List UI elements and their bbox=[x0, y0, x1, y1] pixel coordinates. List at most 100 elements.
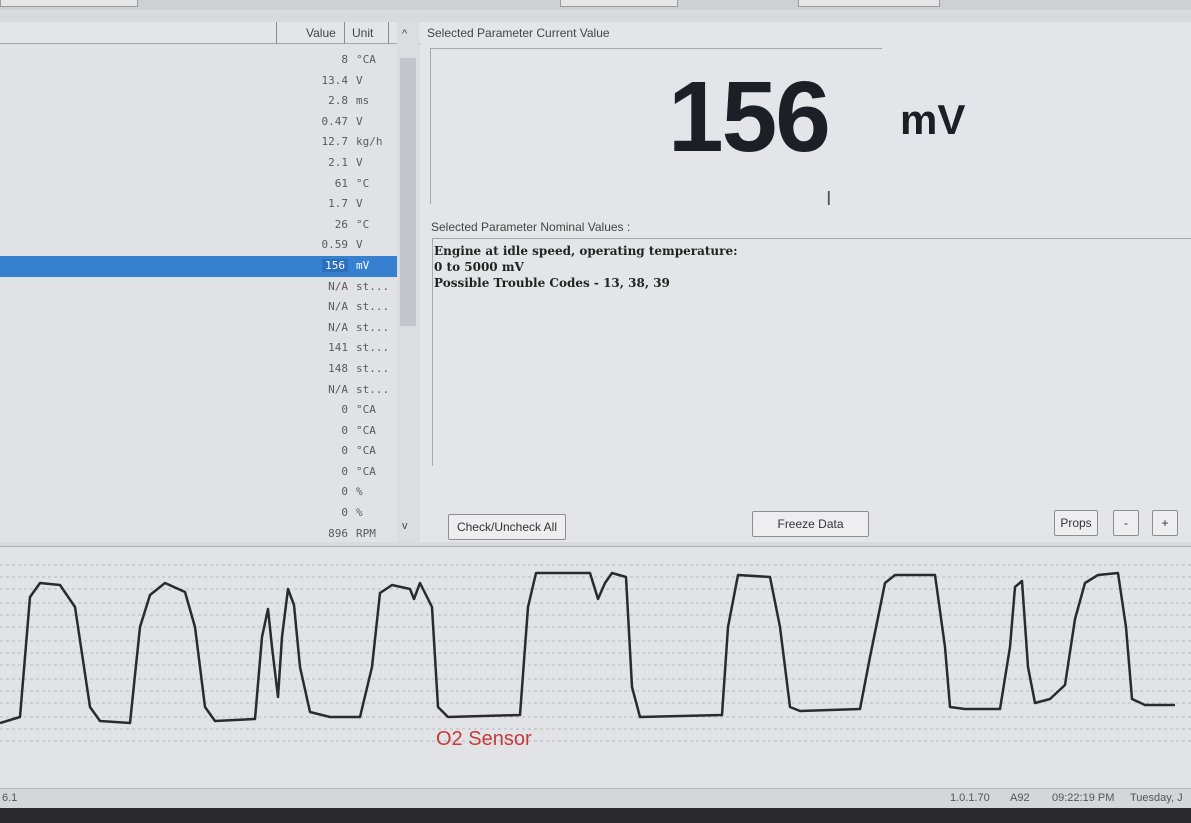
table-row[interactable]: 2.1 V bbox=[0, 153, 398, 174]
o2-sensor-graph bbox=[0, 564, 1191, 742]
taskbar-edge bbox=[0, 808, 1191, 823]
table-row[interactable]: 896 RPM bbox=[0, 524, 398, 545]
freeze-data-button[interactable]: Freeze Data bbox=[752, 511, 869, 537]
row-value: 141 bbox=[328, 341, 348, 355]
column-separator[interactable] bbox=[276, 22, 277, 44]
table-row[interactable]: 0 °CA bbox=[0, 441, 398, 462]
status-bar: 6.1 1.0.1.70 A92 09:22:19 PM Tuesday, J bbox=[0, 788, 1191, 808]
column-header-unit[interactable]: Unit bbox=[352, 26, 373, 40]
row-value: 0 bbox=[341, 403, 348, 417]
row-value: N/A bbox=[328, 320, 348, 334]
row-unit: st... bbox=[356, 382, 390, 396]
row-unit: st... bbox=[356, 361, 390, 375]
row-unit: °CA bbox=[356, 53, 376, 66]
row-value: 148 bbox=[328, 361, 348, 375]
status-version: 1.0.1.70 bbox=[950, 792, 990, 804]
current-value: 156 bbox=[668, 61, 831, 173]
table-row[interactable]: 1.7 V bbox=[0, 194, 398, 215]
row-unit: st... bbox=[356, 341, 390, 355]
status-left: 6.1 bbox=[2, 792, 18, 804]
row-unit: °CA bbox=[356, 403, 376, 417]
column-separator[interactable] bbox=[388, 22, 389, 44]
row-unit: st... bbox=[356, 279, 390, 293]
column-header: Value Unit bbox=[0, 22, 420, 44]
toolbar-button-1[interactable] bbox=[0, 0, 138, 7]
table-row[interactable]: 0 °CA bbox=[0, 400, 398, 421]
row-unit: °CA bbox=[356, 464, 376, 478]
table-row[interactable]: 156 mV bbox=[0, 255, 398, 277]
row-value: 0.47 bbox=[321, 114, 349, 128]
table-row[interactable]: 2.8 ms bbox=[0, 91, 398, 112]
row-value: 896 bbox=[328, 526, 348, 540]
table-row[interactable]: 0 °CA bbox=[0, 421, 398, 442]
o2-sensor-waveform bbox=[0, 571, 1175, 725]
current-value-label: Selected Parameter Current Value bbox=[427, 26, 610, 40]
row-unit: V bbox=[356, 238, 363, 252]
o2-sensor-chart bbox=[0, 546, 1191, 788]
row-value: 156 bbox=[322, 258, 348, 272]
column-separator[interactable] bbox=[344, 22, 345, 44]
table-row[interactable]: N/A st... bbox=[0, 318, 398, 339]
row-value: 13.4 bbox=[321, 73, 349, 87]
status-code: A92 bbox=[1010, 792, 1030, 804]
row-value: 0.59 bbox=[321, 238, 349, 252]
scroll-up-icon[interactable]: ^ bbox=[402, 28, 407, 40]
row-value: 61 bbox=[334, 176, 348, 190]
row-unit: V bbox=[356, 114, 363, 128]
scrollbar-thumb[interactable] bbox=[400, 58, 416, 326]
table-row[interactable]: 0 °CA bbox=[0, 462, 398, 483]
nominal-line: 0 to 5000 mV bbox=[434, 260, 524, 274]
table-row[interactable]: 0.47 V bbox=[0, 112, 398, 133]
row-unit: °CA bbox=[356, 423, 376, 437]
row-value: 26 bbox=[334, 217, 348, 231]
row-unit: % bbox=[356, 485, 363, 499]
row-unit: °C bbox=[356, 176, 370, 190]
row-unit: mV bbox=[356, 258, 370, 272]
table-row[interactable]: N/A st... bbox=[0, 380, 398, 401]
row-unit: V bbox=[356, 155, 363, 169]
nominal-values-label: Selected Parameter Nominal Values : bbox=[431, 220, 631, 234]
table-row[interactable]: 61 °C bbox=[0, 174, 398, 195]
column-header-value[interactable]: Value bbox=[306, 26, 336, 40]
table-row[interactable]: N/A st... bbox=[0, 297, 398, 318]
scroll-down-icon[interactable]: v bbox=[402, 520, 408, 532]
parameter-rows: 8 °CA 13.4 V 2.8 ms 0.47 V 12.7 kg/h 2.1 V 61 °C 1.7 V 2… bbox=[0, 50, 398, 544]
table-row[interactable]: 0% bbox=[0, 503, 398, 524]
table-row[interactable]: N/A st... bbox=[0, 277, 398, 298]
row-value: 0 bbox=[341, 485, 348, 499]
check-uncheck-all-button[interactable]: Check/Uncheck All bbox=[448, 514, 566, 540]
row-value: 0 bbox=[341, 506, 348, 520]
row-value: 2.8 bbox=[328, 94, 348, 108]
status-time: 09:22:19 PM bbox=[1052, 792, 1115, 804]
row-unit: ms bbox=[356, 94, 370, 108]
current-unit: mV bbox=[900, 96, 966, 143]
table-row[interactable]: 26 °C bbox=[0, 215, 398, 236]
text-cursor-icon: I bbox=[826, 188, 832, 210]
zoom-out-button[interactable]: - bbox=[1113, 510, 1139, 536]
table-row[interactable]: 141 st... bbox=[0, 338, 398, 359]
row-value: 8 bbox=[341, 53, 348, 66]
row-unit: RPM bbox=[356, 526, 376, 540]
row-value: 1.7 bbox=[328, 197, 348, 211]
table-row[interactable]: 148 st... bbox=[0, 359, 398, 380]
row-value: 2.1 bbox=[328, 155, 348, 169]
nominal-line: Engine at idle speed, operating temperat… bbox=[434, 244, 738, 258]
row-unit: °C bbox=[356, 217, 370, 231]
zoom-in-button[interactable]: + bbox=[1152, 510, 1178, 536]
row-value: 0 bbox=[341, 464, 348, 478]
row-value: 0 bbox=[341, 444, 348, 458]
status-day: Tuesday, J bbox=[1130, 792, 1183, 804]
row-value: N/A bbox=[328, 279, 348, 293]
table-row[interactable]: 8 °CA bbox=[0, 50, 398, 71]
row-unit: st... bbox=[356, 320, 390, 334]
props-button[interactable]: Props bbox=[1054, 510, 1098, 536]
table-row[interactable]: 13.4 V bbox=[0, 71, 398, 92]
table-row[interactable]: 0% bbox=[0, 482, 398, 503]
table-row[interactable]: 0.59 V bbox=[0, 235, 398, 256]
row-unit: V bbox=[356, 73, 363, 87]
row-unit: % bbox=[356, 506, 363, 520]
row-unit: °CA bbox=[356, 444, 376, 458]
toolbar-button-3[interactable] bbox=[798, 0, 940, 7]
toolbar-button-2[interactable] bbox=[560, 0, 678, 7]
table-row[interactable]: 12.7 kg/h bbox=[0, 132, 398, 153]
